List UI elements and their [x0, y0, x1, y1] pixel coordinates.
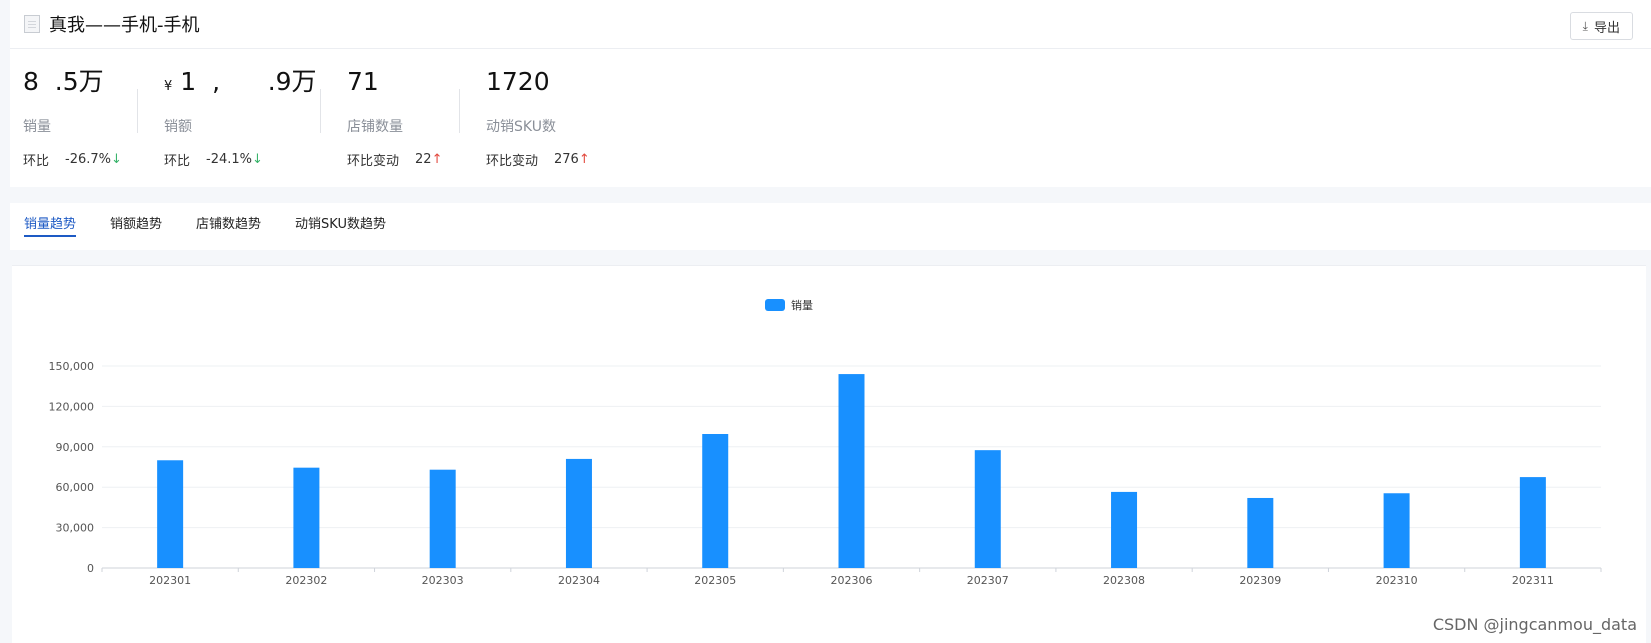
sales-bar-chart: 销量 0 30,000 60,000 90,000 120,000 150,000 20230… — [49, 298, 1602, 587]
bar — [1111, 491, 1138, 568]
compare-value: 276↑ — [554, 152, 590, 167]
bar — [838, 374, 865, 568]
compare-label: 环比变动 — [486, 154, 539, 169]
stat-label: 动销SKU数 — [486, 119, 556, 135]
y-tick-label: 90,000 — [56, 441, 95, 454]
stat-store-count: 71 店铺数量 环比变动 22↑ — [347, 67, 442, 169]
x-tick-label: 202308 — [1103, 574, 1145, 587]
x-tick-label: 202304 — [558, 574, 600, 587]
arrow-up-icon: ↑ — [431, 152, 443, 167]
bar — [1383, 493, 1410, 568]
bar — [157, 460, 184, 568]
arrow-down-icon: ↓ — [111, 152, 122, 167]
x-tick-label: 202305 — [694, 574, 736, 587]
stat-label: 销额 — [164, 119, 192, 135]
stat-sales-volume: 8 .5万 销量 环比 -26.7%↓ — [23, 67, 122, 169]
x-tick-label: 202307 — [967, 574, 1009, 587]
document-icon — [24, 15, 40, 33]
x-tick-label: 202310 — [1376, 574, 1418, 587]
arrow-down-icon: ↓ — [252, 152, 263, 167]
trend-tabs: 销量趋势 销额趋势 店铺数趋势 动销SKU数趋势 — [10, 203, 1651, 250]
stat-divider — [137, 89, 138, 133]
chart-panel: 销量 0 30,000 60,000 90,000 120,000 150,000 20230… — [12, 265, 1646, 643]
stat-sales-amount: ¥ 1 , .9万 销额 环比 -24.1%↓ — [164, 67, 317, 169]
page-title: 真我——手机-手机 — [49, 15, 200, 36]
watermark: CSDN @jingcanmou_data — [1432, 615, 1637, 634]
y-tick-label: 30,000 — [56, 522, 95, 535]
stat-value: 71 — [347, 67, 379, 96]
compare-value: 22↑ — [415, 152, 443, 167]
compare-label: 环比 — [164, 154, 191, 169]
x-tick-label: 202301 — [149, 574, 191, 587]
bar — [702, 434, 729, 568]
stat-divider — [459, 89, 460, 133]
stat-value: ¥ 1 , .9万 — [164, 67, 317, 97]
export-button[interactable]: ⤓ 导出 — [1569, 12, 1633, 40]
x-tick-label: 202311 — [1512, 574, 1554, 587]
currency-symbol: ¥ — [164, 79, 173, 94]
stat-active-sku: 1720 动销SKU数 环比变动 276↑ — [486, 67, 590, 169]
bar — [293, 467, 320, 568]
legend-swatch — [765, 299, 785, 311]
stat-divider — [320, 89, 321, 133]
bar — [1519, 477, 1546, 568]
bar — [1247, 497, 1274, 568]
stat-label: 店铺数量 — [347, 119, 403, 135]
y-tick-label: 120,000 — [49, 400, 95, 413]
export-button-label: 导出 — [1593, 19, 1620, 35]
x-tick-label: 202303 — [422, 574, 464, 587]
compare-value: -24.1%↓ — [206, 152, 263, 167]
stat-label: 销量 — [23, 119, 51, 135]
compare-label: 环比 — [23, 154, 50, 169]
bar — [429, 469, 456, 568]
tab-sales-amount-trend[interactable]: 销额趋势 — [110, 203, 162, 237]
legend-label: 销量 — [791, 298, 813, 312]
bar — [974, 450, 1001, 568]
arrow-up-icon: ↑ — [578, 152, 590, 167]
x-tick-label: 202306 — [831, 574, 873, 587]
stat-compare: 环比 -24.1%↓ — [164, 150, 317, 169]
stat-value: 1720 — [486, 67, 550, 96]
stats-panel: 8 .5万 销量 环比 -26.7%↓ ¥ 1 , .9万 销额 环比 -24.… — [10, 49, 1651, 187]
compare-value: -26.7%↓ — [65, 152, 122, 167]
stat-compare: 环比变动 276↑ — [486, 150, 590, 169]
download-icon: ⤓ — [1582, 18, 1588, 33]
y-tick-label: 60,000 — [56, 481, 95, 494]
y-tick-label: 0 — [87, 562, 94, 575]
bar — [565, 458, 592, 568]
stat-value: 8 .5万 — [23, 67, 104, 96]
stat-compare: 环比 -26.7%↓ — [23, 150, 122, 169]
tab-sales-volume-trend[interactable]: 销量趋势 — [24, 203, 77, 237]
y-tick-label: 150,000 — [49, 360, 95, 373]
x-tick-label: 202302 — [285, 574, 327, 587]
x-tick-label: 202309 — [1239, 574, 1281, 587]
compare-label: 环比变动 — [347, 154, 400, 169]
stat-compare: 环比变动 22↑ — [347, 150, 442, 169]
tab-sku-count-trend[interactable]: 动销SKU数趋势 — [295, 203, 386, 237]
tab-store-count-trend[interactable]: 店铺数趋势 — [196, 203, 261, 237]
report-header: 真我——手机-手机 ⤓ 导出 — [10, 0, 1651, 49]
